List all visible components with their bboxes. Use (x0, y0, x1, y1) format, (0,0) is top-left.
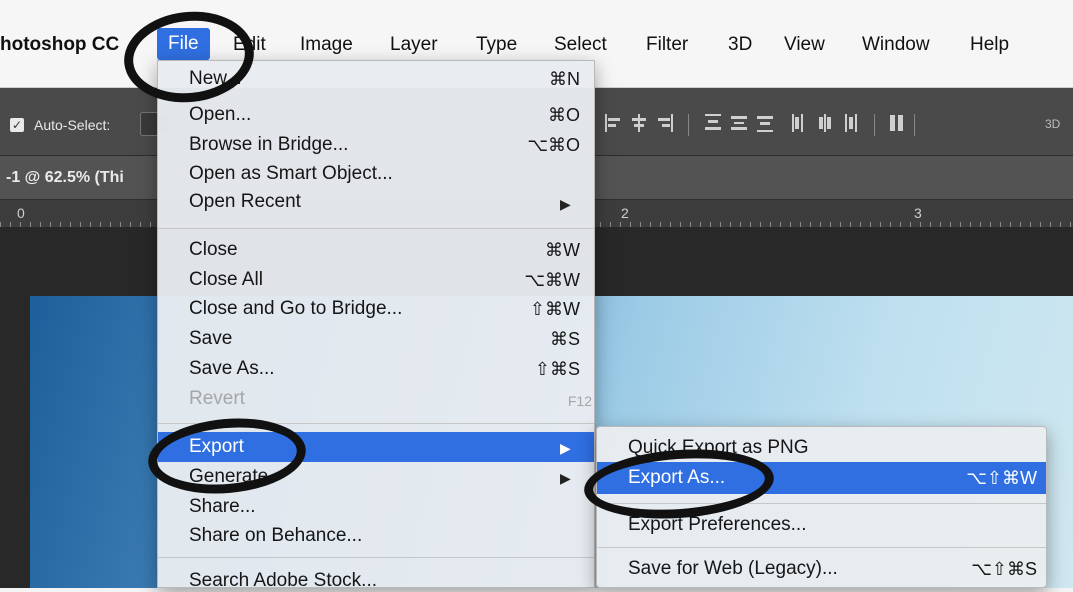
menu-item-save[interactable]: Save (189, 328, 232, 350)
menu-item-open[interactable]: Open... (189, 104, 251, 126)
ruler-mark: 2 (621, 205, 629, 221)
distribute-left-edges-icon[interactable] (790, 112, 808, 134)
shortcut-revert: F12 (567, 393, 592, 409)
align-left-edges-icon[interactable] (604, 112, 622, 134)
distribute-bottom-edges-icon[interactable] (756, 112, 774, 134)
shortcut-new: ⌘N (549, 69, 580, 89)
menu-type[interactable]: Type (476, 34, 517, 56)
menu-3d[interactable]: 3D (728, 34, 752, 56)
menu-image[interactable]: Image (300, 34, 353, 56)
menu-separator (158, 228, 594, 229)
submenu-arrow-icon: ▶ (560, 196, 571, 212)
auto-select-label: Auto-Select: (34, 117, 111, 133)
menu-item-search-adobe-stock[interactable]: Search Adobe Stock... (189, 570, 377, 592)
auto-align-layers-icon[interactable] (888, 112, 906, 134)
submenu-arrow-icon: ▶ (560, 440, 571, 456)
menu-item-close-go-to-bridge[interactable]: Close and Go to Bridge... (189, 298, 402, 320)
shortcut-open: ⌘O (547, 105, 580, 125)
menu-filter[interactable]: Filter (646, 34, 688, 56)
shortcut-close-all: ⌥⌘W (524, 270, 580, 290)
menu-item-close[interactable]: Close (189, 239, 238, 261)
menu-item-save-as[interactable]: Save As... (189, 358, 275, 380)
distribute-vertical-centers-icon[interactable] (730, 112, 748, 134)
toolbar-divider (874, 114, 875, 136)
distribute-right-edges-icon[interactable] (842, 112, 860, 134)
menu-separator (158, 557, 594, 558)
app-menu-name[interactable]: hotoshop CC (0, 34, 119, 56)
distribute-horizontal-centers-icon[interactable] (816, 112, 834, 134)
ruler-mark: 0 (17, 205, 25, 221)
menu-help[interactable]: Help (970, 34, 1009, 56)
menu-view[interactable]: View (784, 34, 825, 56)
toolbar-divider (914, 114, 915, 136)
menu-item-share-on-behance[interactable]: Share on Behance... (189, 525, 362, 547)
menu-item-open-recent[interactable]: Open Recent (189, 191, 301, 213)
shortcut-save-as: ⇧⌘S (534, 359, 580, 379)
submenu-item-save-for-web[interactable]: Save for Web (Legacy)... (628, 558, 838, 580)
menu-item-revert: Revert (189, 388, 245, 409)
shortcut-save: ⌘S (549, 329, 580, 349)
submenu-arrow-icon: ▶ (560, 470, 571, 486)
toolbar-divider (688, 114, 689, 136)
menu-window[interactable]: Window (862, 34, 930, 56)
shortcut-close-go-to-bridge: ⇧⌘W (529, 299, 580, 319)
menu-separator (597, 547, 1046, 548)
menu-layer[interactable]: Layer (390, 34, 438, 56)
3d-mode-label[interactable]: 3D (1045, 117, 1060, 131)
menu-item-browse-in-bridge[interactable]: Browse in Bridge... (189, 134, 348, 156)
menu-item-close-all[interactable]: Close All (189, 269, 263, 291)
auto-select-checkbox[interactable]: ✓ (10, 118, 24, 132)
menu-select[interactable]: Select (554, 34, 607, 56)
distribute-top-edges-icon[interactable] (704, 112, 722, 134)
menu-item-open-smart-object[interactable]: Open as Smart Object... (189, 163, 393, 185)
shortcut-export-as: ⌥⇧⌘W (966, 468, 1037, 488)
align-horizontal-centers-icon[interactable] (630, 112, 648, 134)
menu-item-share[interactable]: Share... (189, 496, 256, 518)
shortcut-save-for-web: ⌥⇧⌘S (971, 559, 1037, 579)
align-right-edges-icon[interactable] (656, 112, 674, 134)
ruler-mark: 3 (914, 205, 922, 221)
document-tab[interactable]: -1 @ 62.5% (Thi (6, 169, 124, 187)
align-toolbar (604, 112, 1073, 138)
shortcut-close: ⌘W (545, 240, 580, 260)
shortcut-browse-in-bridge: ⌥⌘O (527, 135, 580, 155)
